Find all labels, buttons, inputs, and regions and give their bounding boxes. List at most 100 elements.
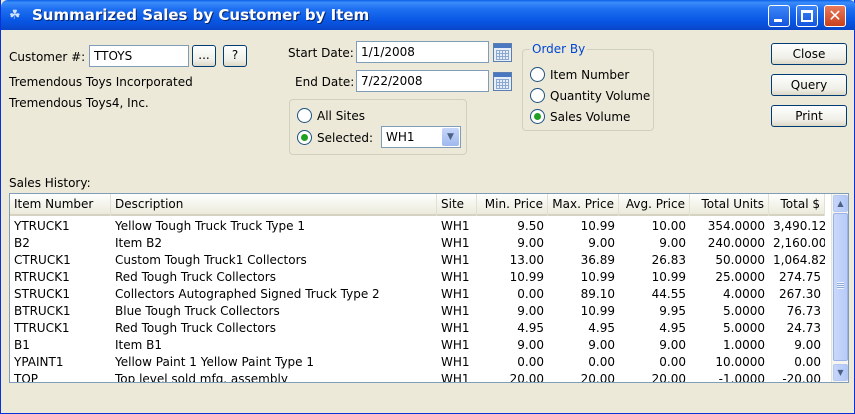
maximize-button[interactable] (796, 5, 818, 27)
min-price-cell: 0.00 (517, 287, 544, 301)
total-dollars-cell: 274.75 (779, 270, 821, 284)
column-header[interactable]: Total Units (690, 194, 769, 216)
max-price-cell: 10.99 (580, 304, 615, 318)
avg-price-cell: 20.00 (651, 372, 686, 383)
total-units-cell: 50.0000 (715, 253, 765, 267)
customer-number-input[interactable]: TTOYS (89, 45, 189, 67)
column-header[interactable]: Total $ (769, 194, 825, 216)
min-price-cell: 0.00 (517, 355, 544, 369)
customer-lookup-button[interactable]: ... (192, 45, 216, 67)
table-row[interactable]: BTRUCK1 Blue Tough Truck Collectors WH1 9.0… (10, 303, 825, 320)
query-button[interactable]: Query (771, 74, 847, 96)
table-row[interactable]: STRUCK1 Collectors Autographed Signed Tru… (10, 286, 825, 303)
selected-site-label: Selected: (317, 131, 374, 145)
table-row[interactable]: YTRUCK1 Yellow Tough Truck Truck Type 1 WH… (10, 218, 825, 235)
calendar-icon[interactable] (493, 72, 512, 91)
total-dollars-cell: -20.00 (782, 372, 821, 383)
item-number-cell: STRUCK1 (14, 287, 70, 301)
site-select[interactable]: WH1 ▼ (381, 126, 461, 148)
close-icon: ✕ (828, 6, 842, 25)
avg-price-cell: 0.00 (659, 355, 686, 369)
close-window-button[interactable]: ✕ (824, 5, 846, 27)
customer-name: Tremendous Toys Incorporated (9, 75, 193, 89)
max-price-cell: 36.89 (580, 253, 615, 267)
avg-price-cell: 9.00 (659, 338, 686, 352)
vertical-scrollbar[interactable]: ▲ ▼ (831, 194, 848, 382)
print-button[interactable]: Print (771, 105, 847, 127)
column-header[interactable]: Description (111, 194, 437, 216)
total-units-cell: 10.0000 (715, 355, 765, 369)
minimize-icon (774, 19, 782, 22)
table-row[interactable]: CTRUCK1 Custom Tough Truck1 Collectors WH1… (10, 252, 825, 269)
app-icon: ☘ (9, 8, 21, 23)
description-cell: Top level sold mfg. assembly (115, 372, 288, 383)
customer-name-secondary: Tremendous Toys4, Inc. (9, 96, 149, 110)
item-number-cell: CTRUCK1 (14, 253, 71, 267)
grip-icon (837, 282, 844, 289)
table-row[interactable]: YPAINT1 Yellow Paint 1 Yellow Paint Type … (10, 354, 825, 371)
total-dollars-cell: 1,064.82 (773, 253, 825, 267)
table-row[interactable]: RTRUCK1 Red Tough Truck Collectors WH1 10.9… (10, 269, 825, 286)
table-row[interactable]: B2 Item B2 WH1 9.00 9.00 9.00 240.0000 2,160.00 (10, 235, 825, 252)
order-sales-volume-radio[interactable] (530, 109, 545, 124)
scroll-thumb[interactable] (833, 213, 848, 361)
table-row[interactable]: TTRUCK1 Red Tough Truck Collectors WH1 4.95… (10, 320, 825, 337)
all-sites-radio[interactable] (297, 108, 312, 123)
scroll-up-icon[interactable]: ▲ (833, 195, 848, 212)
total-dollars-cell: 3,490.12 (773, 219, 825, 233)
maximize-icon (801, 10, 813, 22)
column-header[interactable]: Min. Price (477, 194, 548, 216)
column-header[interactable]: Max. Price (548, 194, 619, 216)
site-cell: WH1 (441, 219, 470, 233)
site-cell: WH1 (441, 304, 470, 318)
item-number-cell: RTRUCK1 (14, 270, 70, 284)
table-row[interactable]: B1 Item B1 WH1 9.00 9.00 9.00 1.0000 9.00 (10, 337, 825, 354)
scroll-down-icon[interactable]: ▼ (833, 364, 848, 381)
description-cell: Custom Tough Truck1 Collectors (115, 253, 307, 267)
item-number-cell: TOP (14, 372, 39, 383)
end-date-input[interactable]: 7/22/2008 (356, 70, 489, 92)
table-row[interactable]: TOP Top level sold mfg. assembly WH1 20.00 2… (10, 371, 825, 383)
min-price-cell: 9.00 (517, 338, 544, 352)
calendar-icon[interactable] (493, 43, 512, 62)
site-cell: WH1 (441, 355, 470, 369)
site-cell: WH1 (441, 372, 470, 383)
site-cell: WH1 (441, 236, 470, 250)
total-units-cell: 25.0000 (715, 270, 765, 284)
avg-price-cell: 9.00 (659, 236, 686, 250)
item-number-cell: BTRUCK1 (14, 304, 71, 318)
total-dollars-cell: 267.30 (779, 287, 821, 301)
order-item-number-radio[interactable] (530, 67, 545, 82)
order-item-number-label: Item Number (550, 68, 630, 82)
column-header[interactable]: Avg. Price (619, 194, 690, 216)
description-cell: Blue Tough Truck Collectors (115, 304, 280, 318)
total-dollars-cell: 2,160.00 (773, 236, 825, 250)
max-price-cell: 10.99 (580, 219, 615, 233)
item-number-cell: YPAINT1 (14, 355, 64, 369)
sales-history-label: Sales History: (9, 176, 91, 190)
chevron-down-icon: ▼ (442, 128, 459, 146)
order-quantity-volume-radio[interactable] (530, 88, 545, 103)
column-header[interactable]: Item Number (10, 194, 111, 216)
total-units-cell: 5.0000 (723, 304, 765, 318)
end-date-label: End Date: (295, 75, 355, 89)
close-button[interactable]: Close (771, 43, 847, 65)
start-date-input[interactable]: 1/1/2008 (356, 41, 489, 63)
column-header[interactable]: Site (437, 194, 477, 216)
selected-site-radio[interactable] (297, 130, 312, 145)
site-cell: WH1 (441, 270, 470, 284)
order-quantity-volume-label: Quantity Volume (550, 89, 651, 103)
min-price-cell: 4.95 (517, 321, 544, 335)
description-cell: Item B1 (115, 338, 162, 352)
start-date-label: Start Date: (288, 46, 354, 60)
description-cell: Collectors Autographed Signed Truck Type… (115, 287, 380, 301)
sales-history-table[interactable]: Item Number Description Site Min. Price … (9, 193, 849, 383)
total-units-cell: 5.0000 (723, 321, 765, 335)
minimize-button[interactable] (768, 5, 790, 27)
total-units-cell: 240.0000 (707, 236, 765, 250)
description-cell: Yellow Tough Truck Truck Type 1 (115, 219, 305, 233)
order-by-title: Order By (530, 42, 588, 56)
sales-window: ☘ Summarized Sales by Customer by Item ✕… (0, 0, 855, 414)
min-price-cell: 13.00 (509, 253, 544, 267)
customer-help-button[interactable]: ? (223, 45, 247, 67)
